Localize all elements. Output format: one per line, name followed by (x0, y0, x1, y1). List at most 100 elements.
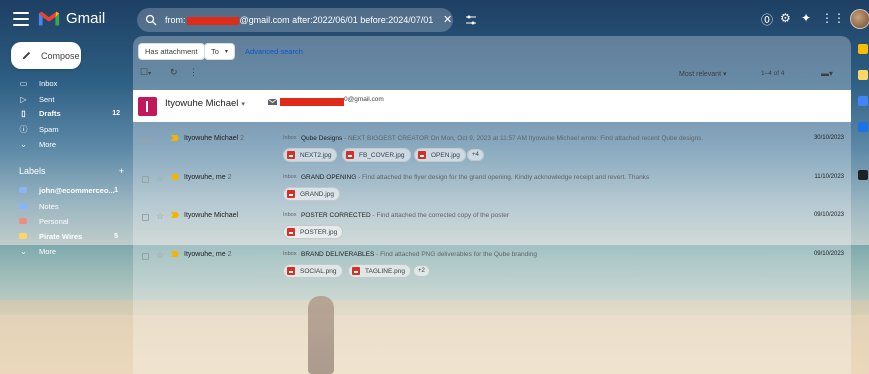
keep-app-icon[interactable] (858, 70, 868, 80)
attachment-chip[interactable]: OPEN.jpg (414, 148, 466, 162)
person-avatar (138, 97, 157, 116)
email-row[interactable]: ☆ Ityowuhe, me 2 Inbox BRAND DELIVERABLES… (133, 246, 851, 286)
sidebar-labels-more[interactable]: ⌄ More (0, 243, 128, 259)
labels-header: Labels + (19, 166, 124, 176)
star-icon[interactable]: ☆ (156, 173, 164, 184)
attachment-chip[interactable]: TAGLINE.png (348, 264, 411, 278)
inbox-icon: ▭ (19, 78, 28, 88)
help-icon[interactable]: ⓪ (761, 11, 773, 28)
sidebar-item-inbox[interactable]: ▭ Inbox (0, 75, 128, 91)
caret-down-icon: ▾ (224, 49, 228, 55)
sidebar-item-drafts[interactable]: ▯ Drafts 12 (0, 105, 128, 121)
importance-icon[interactable] (171, 174, 179, 180)
attachment-chip[interactable]: GRAND.jpg (283, 187, 340, 201)
row-checkbox[interactable] (142, 214, 149, 221)
email-date: 11/10/2023 (814, 174, 844, 180)
search-bar[interactable]: from: @gmail.com after:2022/06/01 before:… (137, 8, 476, 32)
label-icon (19, 203, 27, 209)
image-file-icon (346, 151, 354, 159)
tasks-app-icon[interactable] (858, 96, 868, 106)
clear-search-icon[interactable]: ✕ (443, 13, 452, 26)
row-checkbox[interactable] (142, 137, 149, 144)
sidebar-label-personal[interactable]: Personal (0, 213, 128, 229)
email-date: 30/10/2023 (813, 135, 844, 141)
to-filter[interactable]: To ▾ (204, 43, 235, 60)
more-options-icon[interactable]: ⋮ (189, 67, 198, 78)
email-row[interactable]: ☆ Ityowuhe Michael 2 Inbox Qube Designs -… (133, 130, 851, 170)
attachment-chip[interactable]: POSTER.jpg (283, 225, 344, 239)
email-date: 09/10/2023 (813, 212, 844, 218)
label-icon (19, 187, 27, 193)
email-row[interactable]: ☆ Ityowuhe, me 2 Inbox GRAND OPENING - Fi… (133, 169, 851, 209)
more-attachments-chip[interactable]: +2 (413, 265, 430, 277)
search-icon[interactable] (145, 14, 157, 26)
sidebar-label-notes[interactable]: Notes (0, 198, 128, 214)
more-attachments-chip[interactable]: +4 (467, 149, 484, 161)
labels-title: Labels (19, 166, 46, 176)
prev-page-icon[interactable]: ‹ (785, 69, 788, 78)
inbox-tag: Inbox (283, 135, 297, 141)
select-all-checkbox[interactable]: ☐▾ (140, 67, 151, 78)
main-menu-icon[interactable] (13, 12, 29, 26)
star-icon[interactable]: ☆ (156, 134, 164, 145)
search-query[interactable]: from: @gmail.com after:2022/06/01 before:… (165, 15, 433, 25)
sent-icon: ▷ (20, 94, 27, 104)
search-options-icon[interactable] (465, 14, 477, 26)
image-file-icon (352, 267, 360, 275)
label-icon (19, 218, 27, 224)
importance-icon[interactable] (171, 251, 179, 257)
chevron-down-icon: ⌄ (20, 246, 27, 256)
compose-button[interactable]: Compose (11, 42, 81, 69)
settings-icon[interactable]: ⚙ (780, 11, 791, 25)
sidebar-item-spam[interactable]: ⓘ Spam (0, 121, 128, 137)
pencil-icon (22, 51, 31, 60)
add-label-button[interactable]: + (119, 166, 124, 176)
sidebar-label-john[interactable]: john@ecommerceo... 1 (0, 182, 128, 198)
sidebar-item-more[interactable]: ⌄ More (0, 136, 128, 152)
email-subject: GRAND OPENING - Find attached the flyer … (301, 174, 650, 181)
email-row[interactable]: ☆ Ityowuhe Michael Inbox POSTER CORRECTE… (133, 207, 851, 247)
email-sender: Ityowuhe Michael 2 (184, 135, 244, 142)
attachment-chip[interactable]: NEXT2.jpg (283, 148, 338, 162)
chevron-down-icon: ⌄ (20, 139, 27, 149)
mail-icon (268, 99, 277, 105)
has-attachment-filter[interactable]: Has attachment (138, 43, 205, 60)
refresh-icon[interactable]: ↻ (170, 67, 178, 78)
side-panel (856, 40, 869, 374)
person-email: 0@gmail.com (344, 96, 384, 103)
add-on-icon[interactable] (858, 170, 868, 180)
person-card[interactable]: Ityowuhe Michael ▾ 0@gmail.com (133, 90, 851, 122)
image-file-icon (287, 190, 295, 198)
star-icon[interactable]: ☆ (156, 211, 164, 222)
drafts-count: 12 (112, 109, 120, 117)
star-icon[interactable]: ☆ (156, 250, 164, 261)
caret-down-icon: ▾ (241, 101, 245, 108)
image-file-icon (287, 228, 295, 236)
account-avatar[interactable] (850, 9, 869, 29)
sort-dropdown[interactable]: Most relevant ▾ (679, 70, 727, 78)
importance-icon[interactable] (171, 135, 179, 141)
sidebar-label-pirate-wires[interactable]: Pirate Wires 5 (0, 228, 128, 244)
attachment-chip[interactable]: SOCIAL.png (283, 264, 343, 278)
email-subject: BRAND DELIVERABLES - Find attached PNG d… (301, 251, 537, 258)
advanced-search-link[interactable]: Advanced search (245, 47, 303, 56)
calendar-app-icon[interactable] (858, 44, 868, 54)
draft-icon: ▯ (21, 108, 26, 118)
input-tools-icon[interactable]: ▬▾ (821, 69, 833, 78)
gmail-logo-text: Gmail (66, 9, 106, 27)
main-panel: Has attachment To ▾ Advanced search ☐▾ ↻… (133, 36, 851, 374)
importance-icon[interactable] (171, 212, 179, 218)
gemini-icon[interactable]: ✦ (801, 11, 811, 25)
inbox-tag: Inbox (283, 251, 297, 257)
attachment-chip[interactable]: FB_COVER.jpg (342, 148, 411, 162)
apps-icon[interactable]: ⋮⋮ (821, 11, 845, 25)
next-page-icon[interactable]: › (804, 69, 807, 78)
email-sender: Ityowuhe, me 2 (184, 174, 232, 181)
gmail-logo[interactable]: Gmail (38, 9, 105, 27)
image-file-icon (287, 267, 295, 275)
contacts-app-icon[interactable] (858, 122, 868, 132)
redacted-block (186, 16, 239, 25)
row-checkbox[interactable] (142, 176, 149, 183)
person-name[interactable]: Ityowuhe Michael ▾ (165, 98, 245, 109)
row-checkbox[interactable] (142, 253, 149, 260)
